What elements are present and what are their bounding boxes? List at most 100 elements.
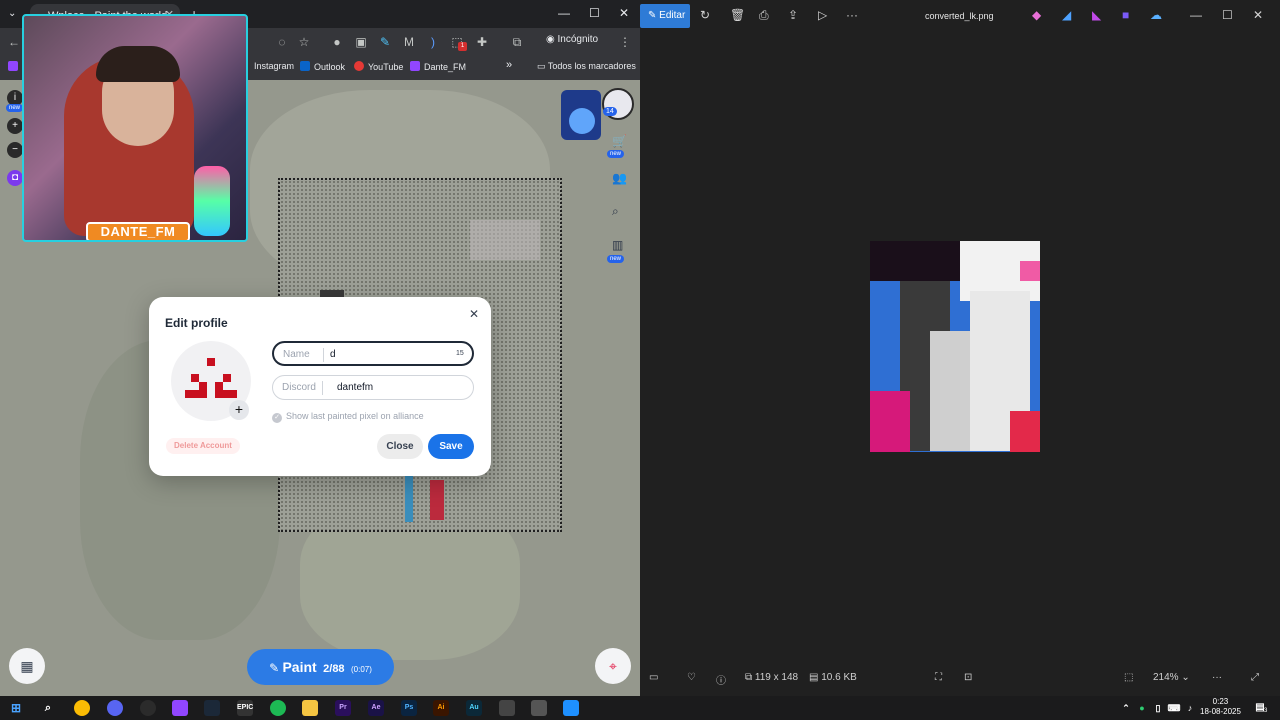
cart-icon[interactable]: 🛒 [612, 134, 627, 148]
zoom-level[interactable]: 214% ⌄ [1153, 672, 1190, 683]
alliance-checkbox[interactable]: ✓ Show last painted pixel on alliance [272, 411, 424, 423]
bookmarks-more-icon[interactable]: » [506, 59, 512, 71]
eye-off-icon[interactable]: ◌ [274, 34, 290, 50]
star-icon[interactable]: ☆ [296, 34, 312, 50]
volume-icon[interactable]: ♪ [1182, 700, 1198, 716]
favorite-icon[interactable]: ♡ [687, 672, 696, 683]
fit-to-window-icon[interactable]: ⬚ [1124, 672, 1133, 683]
viewer-maximize-icon[interactable]: ☐ [1222, 8, 1233, 22]
visual-search-icon[interactable]: ⊡ [964, 672, 972, 683]
start-icon[interactable]: ⊞ [8, 700, 24, 716]
designer-icon[interactable]: ◢ [1062, 8, 1071, 22]
viewer-close-icon[interactable]: ✕ [1253, 8, 1263, 22]
system-clock[interactable]: 0:23 18-08-2025 [1200, 697, 1241, 717]
minimize-icon[interactable]: — [558, 6, 570, 20]
info-new-badge: new [6, 104, 24, 112]
photos-app-icon[interactable]: ■ [1122, 8, 1129, 22]
discord-field[interactable]: Discord dantefm [272, 375, 474, 400]
extension-wave-icon[interactable]: ) [425, 34, 441, 50]
slideshow-icon[interactable]: ▷ [818, 8, 827, 22]
incognito-indicator[interactable]: ◉ Incógnito [546, 34, 598, 45]
chrome-icon[interactable] [74, 700, 90, 716]
twitch-studio-icon[interactable] [172, 700, 188, 716]
edit-button[interactable]: ✎ Editar [640, 4, 690, 28]
rotate-icon[interactable]: ↻ [700, 8, 710, 22]
delete-account-button[interactable]: Delete Account [166, 438, 240, 454]
app-icon[interactable] [531, 700, 547, 716]
photoshop-icon[interactable]: Ps [401, 700, 417, 716]
file-explorer-icon[interactable] [302, 700, 318, 716]
zoom-out-icon[interactable]: − [7, 142, 23, 158]
browser-menu-icon[interactable]: ⋮ [617, 34, 633, 50]
extensions-puzzle-icon[interactable]: ✚ [474, 34, 490, 50]
clipchamp-icon[interactable]: ◣ [1092, 8, 1101, 22]
epic-games-icon[interactable]: EPIC [237, 700, 253, 716]
extension-m-icon[interactable]: M [401, 34, 417, 50]
paint-charges: 2/88 [323, 663, 345, 675]
delete-icon[interactable]: 🗑 [730, 8, 745, 22]
back-icon[interactable]: ← [6, 34, 22, 50]
extension-cookie-icon[interactable]: ● [329, 34, 345, 50]
maximize-icon[interactable]: ☐ [589, 6, 600, 20]
close-button[interactable]: Close [377, 434, 423, 459]
name-field[interactable]: Name 15 [272, 341, 474, 366]
tray-app-icon[interactable]: ● [1134, 700, 1150, 716]
players-icon[interactable]: 👥 [612, 171, 627, 185]
illustrator-icon[interactable]: Ai [433, 700, 449, 716]
tab-search-icon[interactable]: ⌄ [8, 8, 16, 19]
paint-button[interactable]: ✎ Paint 2/88 (0:07) [247, 649, 394, 685]
viewed-image[interactable] [870, 241, 1040, 452]
search-map-icon[interactable]: ⌕ [612, 204, 619, 219]
twitch-icon [410, 61, 420, 71]
close-window-icon[interactable]: ✕ [619, 6, 629, 20]
viewer-minimize-icon[interactable]: — [1190, 8, 1202, 22]
save-button[interactable]: Save [428, 434, 474, 459]
bookmark-twitch-icon[interactable] [8, 61, 22, 72]
extension-pen-icon[interactable]: ✎ [377, 34, 393, 50]
after-effects-icon[interactable]: Ae [368, 700, 384, 716]
discord-icon[interactable] [107, 700, 123, 716]
filmstrip-icon[interactable]: ▭ [649, 672, 658, 683]
search-icon[interactable]: ⌕ [40, 700, 56, 716]
close-dialog-icon[interactable]: ✕ [469, 307, 479, 321]
more-options-icon[interactable]: ··· [846, 8, 858, 22]
share-icon[interactable]: ⇪ [788, 8, 798, 22]
tray-chevron-icon[interactable]: ⌃ [1118, 700, 1134, 716]
network-icon[interactable]: ⌨ [1166, 700, 1182, 716]
world-avatar[interactable] [561, 90, 601, 140]
bookmark-instagram[interactable]: Instagram [254, 61, 294, 71]
locate-icon[interactable]: ⌖ [595, 648, 631, 684]
change-avatar-plus-icon[interactable]: + [229, 400, 249, 420]
image-region [870, 391, 910, 452]
premiere-icon[interactable]: Pr [335, 700, 351, 716]
palette-toggle-icon[interactable]: ▦ [9, 648, 45, 684]
fullscreen-icon[interactable]: ⤢ [1251, 672, 1259, 683]
bookmark-youtube[interactable]: YouTube [354, 61, 403, 72]
name-input[interactable] [330, 347, 440, 362]
chevron-down-icon: ⌄ [1181, 672, 1190, 683]
incognito-icon: ◉ [546, 34, 558, 45]
onedrive-icon[interactable]: ☁ [1150, 8, 1162, 22]
calculator-icon[interactable] [499, 700, 515, 716]
file-info-icon[interactable]: ⓘ [716, 672, 726, 687]
copilot-icon[interactable]: ◆ [1032, 8, 1041, 22]
bookmarks-all-folder[interactable]: ▭ Todos los marcadores [537, 61, 636, 72]
print-icon[interactable]: ⎙ [759, 8, 769, 23]
battery-icon[interactable]: ▯ [1150, 700, 1166, 716]
tab-capture-icon[interactable]: ⧉ [509, 34, 525, 50]
viewer-more-icon[interactable]: ··· [1212, 672, 1222, 683]
bookmark-outlook[interactable]: Outlook [300, 61, 345, 72]
twitch-icon[interactable]: ◘ [7, 170, 23, 186]
obs-icon[interactable] [140, 700, 156, 716]
image-region [1010, 411, 1040, 452]
photos-viewer: ✎ Editar ↻ 🗑 ⎙ ⇪ ▷ ··· converted_lk.png … [640, 0, 1280, 696]
leaderboard-icon[interactable]: ▥ [612, 238, 623, 252]
steam-icon[interactable] [204, 700, 220, 716]
extension-image-icon[interactable]: ▣ [353, 34, 369, 50]
photos-taskbar-icon[interactable] [563, 700, 579, 716]
spotify-icon[interactable] [270, 700, 286, 716]
zoom-in-icon[interactable]: + [7, 118, 23, 134]
audition-icon[interactable]: Au [466, 700, 482, 716]
scan-text-icon[interactable]: ⛶ [935, 672, 942, 683]
bookmark-dante-fm[interactable]: Dante_FM [410, 61, 466, 72]
